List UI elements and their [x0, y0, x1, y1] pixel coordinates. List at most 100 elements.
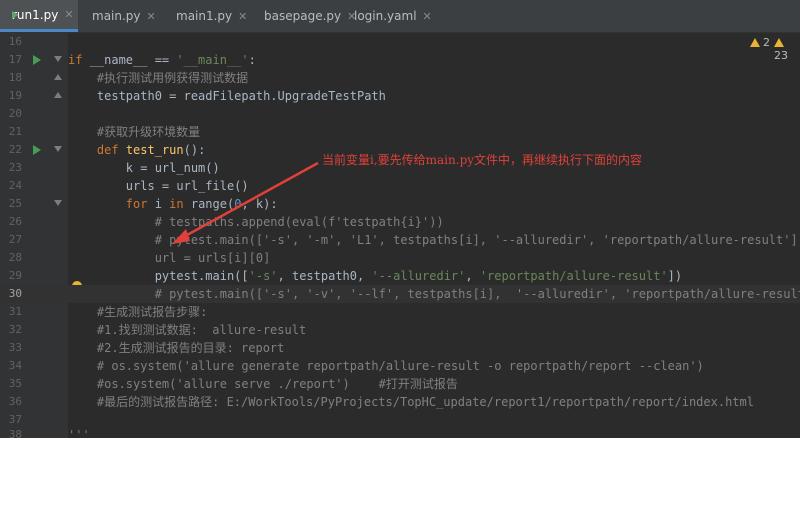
line-number: 33 — [8, 341, 22, 354]
code-line[interactable]: # pytest.main(['-s', '-m', 'L1', testpat… — [68, 231, 800, 249]
code-comment: #获取升级环境数量 — [68, 125, 201, 139]
code-comment: # os.system('allure generate reportpath/… — [68, 359, 704, 373]
line-number: 23 — [8, 161, 22, 174]
code-text: urls = url_file() — [68, 179, 249, 193]
code-line[interactable]: pytest.main(['-s', testpath0, '--allured… — [68, 267, 800, 285]
code-text: if __name__ == '__main__': — [68, 53, 256, 67]
line-number: 26 — [8, 215, 22, 228]
gutter-row: 33 — [0, 339, 68, 357]
code-text: def test_run(): — [96, 143, 206, 157]
gutter-row: 32 — [0, 321, 68, 339]
fold-icon[interactable] — [54, 146, 62, 152]
code-line[interactable]: #1.找到测试数据: allure-result — [68, 321, 800, 339]
gutter-row: 18 — [0, 69, 68, 87]
line-number: 28 — [8, 251, 22, 264]
line-number: 19 — [8, 89, 22, 102]
gutter-row: 20 — [0, 105, 68, 123]
code-comment: #os.system('allure serve ./report') #打开测… — [68, 377, 458, 391]
gutter-row: 38 — [0, 426, 68, 438]
code-line[interactable]: #获取升级环境数量 — [68, 123, 800, 141]
gutter-row-current: 30 — [0, 285, 68, 303]
code-comment: #执行测试用例获得测试数据 — [68, 71, 249, 85]
code-line[interactable]: # testpaths.append(eval(f'testpath{i}')) — [68, 213, 800, 231]
line-number: 16 — [8, 35, 22, 48]
code-line[interactable] — [68, 105, 800, 123]
gutter-row: 19 — [0, 87, 68, 105]
gutter-row: 22 — [0, 141, 68, 159]
run-icon[interactable] — [33, 55, 41, 65]
tab-label: main.py — [92, 9, 141, 23]
code-string: ''' — [68, 428, 90, 438]
gutter-row: 34 — [0, 357, 68, 375]
gutter-row: 16 — [0, 33, 68, 51]
code-line[interactable]: #2.生成测试报告的目录: report — [68, 339, 800, 357]
line-number: 21 — [8, 125, 22, 138]
code-text: url = urls[i][0] — [68, 251, 271, 265]
code-comment: # pytest.main(['-s', '-m', 'L1', testpat… — [68, 233, 800, 247]
gutter-row: 27 — [0, 231, 68, 249]
fold-end-icon[interactable] — [54, 92, 62, 98]
code-line[interactable]: # os.system('allure generate reportpath/… — [68, 357, 800, 375]
close-icon[interactable]: ✕ — [64, 8, 73, 21]
code-editor-window: run1.py ✕ main.py ✕ main1.py ✕ basepage.… — [0, 0, 800, 438]
close-icon[interactable]: ✕ — [238, 10, 247, 23]
tab-main-py[interactable]: main.py ✕ — [80, 0, 162, 32]
tab-label: basepage.py — [264, 9, 342, 23]
code-text: testpath0 = readFilepath.UpgradeTestPath — [68, 89, 386, 103]
code-line[interactable] — [68, 33, 800, 51]
fold-icon[interactable] — [54, 200, 62, 206]
code-line[interactable]: url = urls[i][0] — [68, 249, 800, 267]
code-line[interactable]: #生成测试报告步骤: — [68, 303, 800, 321]
line-number: 31 — [8, 305, 22, 318]
line-number: 35 — [8, 377, 22, 390]
annotation-text: 当前变量i,要先传给main.py文件中，再继续执行下面的内容 — [322, 153, 643, 167]
code-comment: #最后的测试报告路径: E:/WorkTools/PyProjects/TopH… — [68, 395, 754, 409]
gutter-row: 24 — [0, 177, 68, 195]
line-number: 32 — [8, 323, 22, 336]
line-number: 34 — [8, 359, 22, 372]
tab-label: main1.py — [176, 9, 233, 23]
code-text: pytest.main(['-s', testpath0, '--allured… — [68, 269, 683, 283]
line-number: 22 — [8, 143, 22, 156]
tab-label: run1.py — [12, 7, 59, 22]
tab-run1-py[interactable]: run1.py ✕ — [0, 0, 78, 32]
gutter-row: 29 — [0, 267, 68, 285]
tab-main1-py[interactable]: main1.py ✕ — [164, 0, 250, 32]
code-text: k = url_num() — [68, 161, 220, 175]
code-text: for i in range(0, k): — [125, 197, 278, 211]
line-number: 36 — [8, 395, 22, 408]
gutter-row: 28 — [0, 249, 68, 267]
line-number: 38 — [8, 428, 22, 438]
gutter-row: 36 — [0, 393, 68, 411]
close-icon[interactable]: ✕ — [147, 10, 156, 23]
line-number: 25 — [8, 197, 22, 210]
gutter-row: 25 — [0, 195, 68, 213]
editor-tab-bar: run1.py ✕ main.py ✕ main1.py ✕ basepage.… — [0, 0, 800, 33]
code-comment: #1.找到测试数据: allure-result — [68, 323, 307, 337]
code-line[interactable]: testpath0 = readFilepath.UpgradeTestPath — [68, 87, 800, 105]
code-comment: # pytest.main(['-s', '-v', '--lf', testp… — [68, 287, 800, 301]
code-comment: #2.生成测试报告的目录: report — [68, 341, 285, 355]
tab-login-yaml[interactable]: login.yaml ✕ — [342, 0, 432, 32]
line-number: 24 — [8, 179, 22, 192]
code-comment: #生成测试报告步骤: — [68, 305, 208, 319]
fold-icon[interactable] — [54, 56, 62, 62]
gutter-row: 26 — [0, 213, 68, 231]
code-line[interactable]: ''' — [68, 426, 800, 438]
code-line[interactable]: urls = url_file() — [68, 177, 800, 195]
line-number: 17 — [8, 53, 22, 66]
code-line[interactable]: if __name__ == '__main__': — [68, 51, 800, 69]
code-line[interactable]: #执行测试用例获得测试数据 — [68, 69, 800, 87]
code-line[interactable]: #最后的测试报告路径: E:/WorkTools/PyProjects/TopH… — [68, 393, 800, 411]
code-line[interactable]: #os.system('allure serve ./report') #打开测… — [68, 375, 800, 393]
fold-end-icon[interactable] — [54, 74, 62, 80]
gutter-row: 23 — [0, 159, 68, 177]
gutter-row: 35 — [0, 375, 68, 393]
code-line[interactable]: for i in range(0, k): — [68, 195, 800, 213]
code-line-current[interactable]: # pytest.main(['-s', '-v', '--lf', testp… — [68, 285, 800, 303]
close-icon[interactable]: ✕ — [423, 10, 432, 23]
run-icon[interactable] — [33, 145, 41, 155]
tab-basepage-py[interactable]: basepage.py ✕ — [252, 0, 356, 32]
line-number: 29 — [8, 269, 22, 282]
gutter-row: 21 — [0, 123, 68, 141]
